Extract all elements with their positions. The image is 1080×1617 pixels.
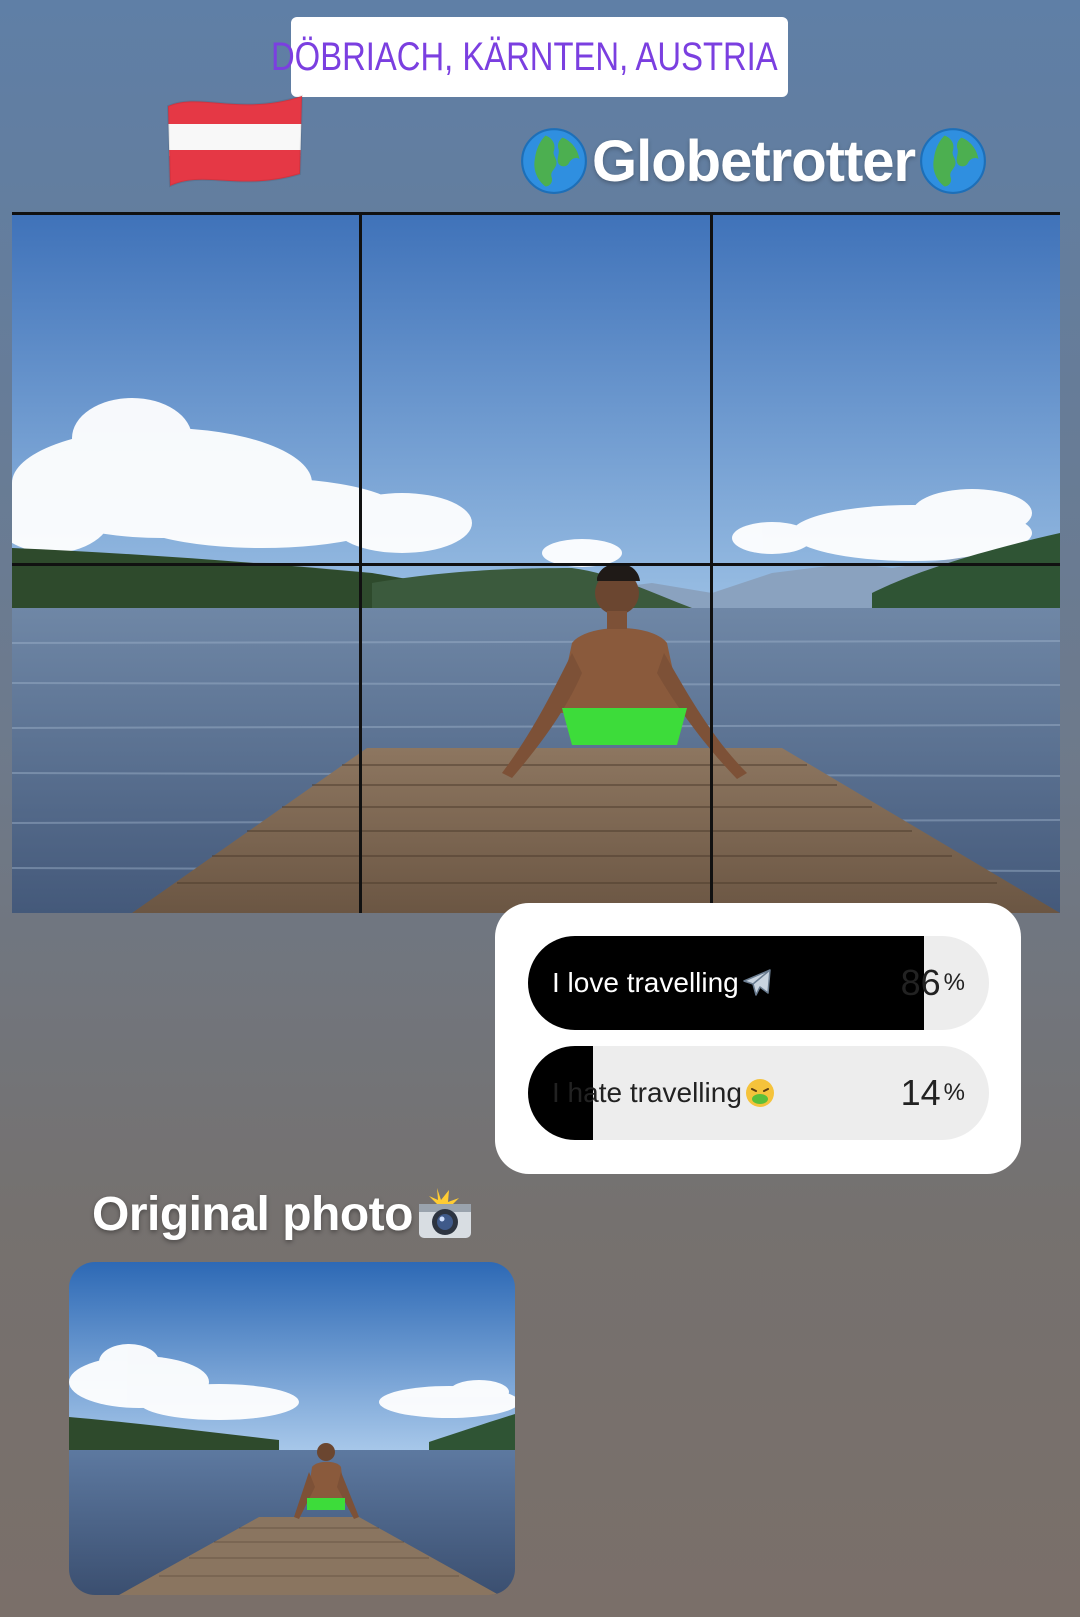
title-text: Globetrotter xyxy=(592,128,916,194)
lake-scene-thumbnail-image xyxy=(69,1262,515,1595)
original-photo-thumbnail xyxy=(69,1262,515,1595)
caption-text: Original photo xyxy=(92,1187,413,1241)
camera-with-flash-icon xyxy=(418,1188,471,1238)
poll-option-label: I love travelling xyxy=(552,936,773,1030)
globe-icon xyxy=(920,128,987,194)
poll-option-hate[interactable]: I hate travelling 14% xyxy=(528,1046,989,1140)
globetrotter-title: Globetrotter xyxy=(520,126,987,196)
grid-line xyxy=(12,563,1060,566)
grid-line xyxy=(12,212,1060,215)
airplane-icon xyxy=(743,969,771,996)
poll-option-love[interactable]: I love travelling 86% xyxy=(528,936,989,1030)
grid-line xyxy=(710,213,713,903)
original-photo-caption: Original photo xyxy=(92,1186,475,1242)
poll-option-label: I hate travelling xyxy=(552,1046,776,1140)
poll-percent: 86% xyxy=(900,962,965,1003)
grid-line xyxy=(359,213,362,913)
nauseated-face-icon xyxy=(745,1079,774,1107)
globe-icon xyxy=(521,128,587,194)
austria-flag-icon xyxy=(166,94,304,188)
location-label: DÖBRIACH, KÄRNTEN, AUSTRIA xyxy=(270,34,778,79)
poll-sticker: I love travelling 86% I hate travelling … xyxy=(495,903,1021,1174)
location-sticker[interactable]: DÖBRIACH, KÄRNTEN, AUSTRIA xyxy=(271,17,788,97)
poll-percent: 14% xyxy=(900,1072,965,1113)
